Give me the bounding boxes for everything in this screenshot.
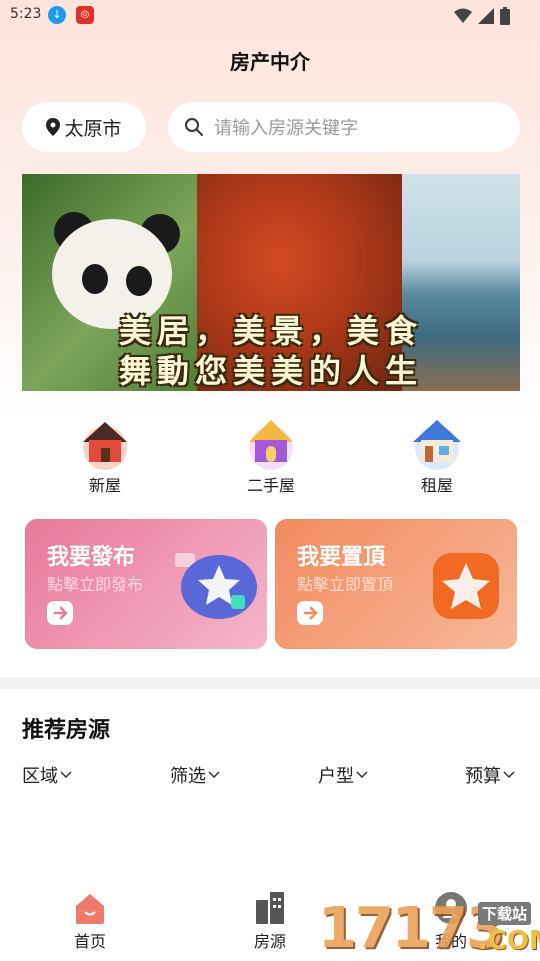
search-icon bbox=[185, 118, 203, 136]
download-icon: ↓ bbox=[48, 6, 66, 24]
section-divider bbox=[0, 677, 540, 689]
publish-card[interactable]: 我要發布 點擊立即發布 bbox=[25, 519, 267, 649]
filter-layout[interactable]: 户型 bbox=[318, 762, 368, 788]
chevron-down-icon bbox=[503, 771, 515, 779]
chat-star-icon bbox=[175, 553, 257, 619]
pin-card-subtitle: 點擊立即置頂 bbox=[297, 575, 394, 594]
status-bar: 5:23 ↓ ◎ bbox=[0, 0, 540, 30]
watermark-suffix: .COM bbox=[478, 926, 540, 956]
page-title: 房产中介 bbox=[230, 50, 310, 74]
filter-label: 区域 bbox=[22, 766, 58, 787]
category-second-hand[interactable]: 二手屋 bbox=[231, 414, 311, 496]
status-time: 5:23 bbox=[10, 6, 42, 22]
tab-home[interactable]: 首页 bbox=[50, 890, 130, 952]
site-watermark: 17173 下载站 .COM bbox=[318, 896, 540, 961]
arrow-right-icon bbox=[297, 601, 323, 625]
category-label: 二手屋 bbox=[246, 476, 295, 495]
filter-area[interactable]: 区域 bbox=[22, 762, 72, 788]
battery-icon bbox=[500, 7, 510, 25]
publish-card-subtitle: 點擊立即發布 bbox=[47, 575, 144, 594]
search-placeholder: 请输入房源关键字 bbox=[214, 118, 358, 139]
purple-house-icon bbox=[243, 414, 299, 470]
category-rental[interactable]: 租屋 bbox=[397, 414, 477, 496]
blue-house-icon bbox=[409, 414, 465, 470]
filter-label: 预算 bbox=[465, 766, 501, 787]
tab-label: 首页 bbox=[73, 932, 106, 951]
watermark-digits: 17173 bbox=[318, 896, 505, 961]
tab-label: 房源 bbox=[253, 932, 286, 951]
chevron-down-icon bbox=[60, 771, 72, 779]
filter-budget[interactable]: 预算 bbox=[465, 762, 515, 788]
promo-banner[interactable]: 美居，美景，美食 舞動您美美的人生 bbox=[22, 174, 520, 391]
wifi-icon bbox=[454, 8, 472, 23]
banner-line-2: 舞動您美美的人生 bbox=[118, 352, 423, 390]
arrow-right-icon bbox=[47, 601, 73, 625]
category-label: 新屋 bbox=[88, 476, 121, 495]
category-label: 租屋 bbox=[420, 476, 453, 495]
city-label: 太原市 bbox=[64, 117, 122, 140]
publish-card-title: 我要發布 bbox=[47, 545, 136, 570]
filter-more[interactable]: 筛选 bbox=[170, 762, 220, 788]
app-notification-icon: ◎ bbox=[76, 6, 94, 24]
chevron-down-icon bbox=[356, 771, 368, 779]
city-selector[interactable]: 太原市 bbox=[22, 102, 146, 152]
status-indicators bbox=[454, 7, 510, 25]
red-house-icon bbox=[77, 414, 133, 470]
star-badge-icon bbox=[433, 553, 499, 619]
pin-card-title: 我要置頂 bbox=[297, 545, 386, 570]
filter-label: 筛选 bbox=[170, 766, 206, 787]
search-input[interactable]: 请输入房源关键字 bbox=[168, 102, 520, 152]
signal-icon bbox=[478, 8, 494, 24]
building-icon bbox=[252, 890, 288, 926]
filter-label: 户型 bbox=[318, 766, 354, 787]
category-new-house[interactable]: 新屋 bbox=[65, 414, 145, 496]
tab-listings[interactable]: 房源 bbox=[230, 890, 310, 952]
chevron-down-icon bbox=[208, 771, 220, 779]
location-pin-icon bbox=[46, 118, 61, 136]
pin-to-top-card[interactable]: 我要置頂 點擊立即置頂 bbox=[275, 519, 517, 649]
home-icon bbox=[72, 890, 108, 926]
watermark-site: 下载站 bbox=[478, 902, 532, 925]
recommended-section-title: 推荐房源 bbox=[22, 718, 111, 743]
